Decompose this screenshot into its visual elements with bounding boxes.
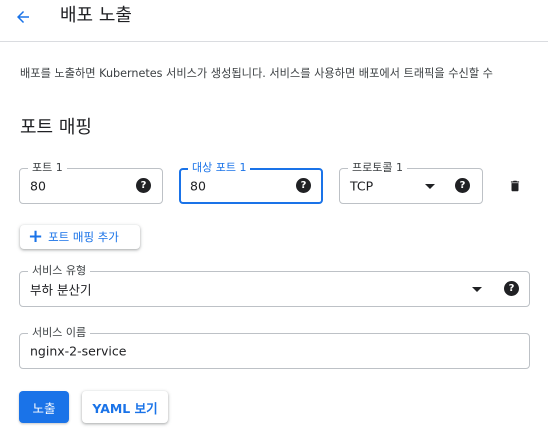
chevron-down-icon[interactable] — [472, 287, 482, 292]
port-mapping-title: 포트 매핑 — [20, 117, 92, 138]
page-title: 배포 노출 — [60, 5, 132, 26]
protocol-select-label: 프로토콜 1 — [348, 161, 407, 175]
add-port-mapping-button[interactable]: + 포트 매핑 추가 — [20, 225, 140, 249]
trash-icon — [510, 180, 520, 192]
service-type-select[interactable]: 서비스 유형 부하 분산기 ? — [19, 264, 530, 307]
help-icon[interactable]: ? — [504, 281, 519, 296]
service-type-value: 부하 분산기 — [30, 282, 92, 298]
chevron-down-icon[interactable] — [425, 184, 435, 189]
page-header: 배포 노출 — [0, 0, 548, 42]
port-input[interactable]: 80 — [30, 179, 46, 194]
target-port-field-label: 대상 포트 1 — [188, 161, 251, 175]
view-yaml-button[interactable]: YAML 보기 — [82, 391, 168, 423]
port-field-label: 포트 1 — [28, 161, 67, 175]
service-name-label: 서비스 이름 — [28, 326, 91, 340]
target-port-field[interactable]: 대상 포트 1 80 ? — [179, 161, 323, 204]
arrow-back-icon — [17, 11, 29, 23]
description-text: 배포를 노출하면 Kubernetes 서비스가 생성됩니다. 서비스를 사용하… — [20, 67, 493, 80]
add-port-mapping-label: 포트 매핑 추가 — [48, 230, 119, 244]
help-icon[interactable]: ? — [455, 178, 470, 193]
port-field[interactable]: 포트 1 80 ? — [19, 161, 163, 204]
protocol-select[interactable]: 프로토콜 1 TCP ? — [339, 161, 483, 204]
service-name-input[interactable]: nginx-2-service — [30, 344, 126, 359]
help-icon[interactable]: ? — [136, 178, 151, 193]
help-icon[interactable]: ? — [296, 178, 311, 193]
protocol-value: TCP — [350, 178, 374, 194]
target-port-input[interactable]: 80 — [190, 179, 206, 194]
delete-port-mapping-button[interactable] — [506, 176, 524, 196]
service-name-field[interactable]: 서비스 이름 nginx-2-service — [19, 326, 530, 369]
expose-button[interactable]: 노출 — [19, 391, 69, 423]
back-button[interactable] — [10, 5, 36, 29]
service-type-label: 서비스 유형 — [28, 264, 91, 278]
plus-icon: + — [28, 226, 44, 247]
